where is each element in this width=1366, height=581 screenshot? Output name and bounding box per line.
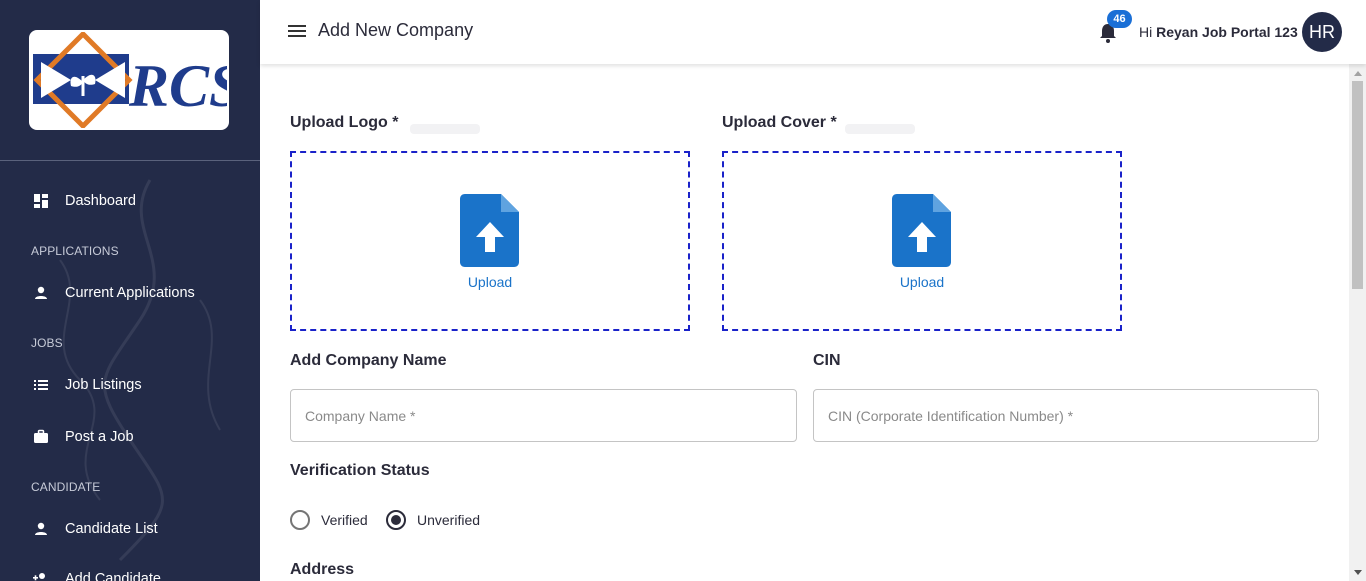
sidebar-divider	[0, 160, 260, 161]
sidebar-item-label: Add Candidate	[65, 571, 161, 581]
sidebar-item-candidate-list[interactable]: Candidate List	[0, 509, 260, 549]
menu-icon[interactable]	[288, 22, 308, 42]
company-name-input[interactable]	[290, 389, 797, 442]
cin-label: CIN	[813, 352, 841, 369]
sidebar-item-current-applications[interactable]: Current Applications	[0, 273, 260, 313]
sidebar-item-label: Candidate List	[65, 521, 158, 537]
file-upload-icon	[892, 194, 951, 267]
radio-verified-circle[interactable]	[290, 510, 310, 530]
cin-input[interactable]	[813, 389, 1319, 442]
person-add-icon	[33, 571, 49, 581]
sidebar: RCS Dashboard APPLICATIONS Current Appli…	[0, 0, 260, 581]
notification-badge: 46	[1107, 10, 1132, 28]
briefcase-icon	[33, 429, 49, 445]
radio-unverified-label: Unverified	[417, 512, 481, 528]
radio-unverified[interactable]: Unverified	[386, 510, 480, 530]
sidebar-item-job-listings[interactable]: Job Listings	[0, 365, 260, 405]
verification-status-label: Verification Status	[290, 462, 430, 479]
upload-cover-text: Upload	[899, 274, 945, 290]
radio-verified[interactable]: Verified	[290, 510, 368, 530]
company-name-label: Add Company Name	[290, 352, 447, 369]
avatar[interactable]: HR	[1302, 12, 1342, 52]
sidebar-item-label: Dashboard	[65, 193, 136, 209]
person-icon	[33, 285, 49, 301]
sidebar-item-label: Current Applications	[65, 285, 195, 301]
dashboard-icon	[33, 193, 49, 209]
scroll-down-icon[interactable]	[1349, 564, 1366, 581]
upload-cover-dropzone[interactable]: Upload	[722, 151, 1122, 331]
sidebar-item-add-candidate[interactable]: Add Candidate	[0, 559, 260, 581]
file-upload-icon	[460, 194, 519, 267]
sidebar-section-candidate: CANDIDATE	[31, 480, 101, 494]
upload-logo-label: Upload Logo *	[290, 114, 399, 131]
scrollbar-thumb[interactable]	[1352, 81, 1363, 289]
upload-logo-hint	[410, 124, 480, 134]
person-icon	[33, 521, 49, 537]
sidebar-section-jobs: JOBS	[31, 336, 63, 350]
sidebar-item-dashboard[interactable]: Dashboard	[0, 181, 260, 221]
sidebar-section-applications: APPLICATIONS	[31, 244, 119, 258]
company-logo[interactable]: RCS	[29, 30, 229, 130]
main-content: Upload Logo * Upload Cover * Upload Uplo…	[260, 64, 1349, 581]
upload-cover-hint	[845, 124, 915, 134]
radio-verified-label: Verified	[321, 512, 368, 528]
user-name: Reyan Job Portal 123	[1156, 24, 1298, 40]
sidebar-item-label: Post a Job	[65, 429, 134, 445]
upload-logo-dropzone[interactable]: Upload	[290, 151, 690, 331]
logo-text: RCS	[128, 53, 227, 119]
user-greeting: Hi Reyan Job Portal 123	[1139, 24, 1298, 40]
page-title: Add New Company	[318, 20, 474, 40]
scroll-up-icon[interactable]	[1349, 64, 1366, 81]
sidebar-item-label: Job Listings	[65, 377, 142, 393]
rcs-logo-icon: RCS	[33, 32, 227, 128]
sidebar-item-post-a-job[interactable]: Post a Job	[0, 417, 260, 457]
upload-logo-text: Upload	[467, 274, 513, 290]
address-label: Address	[290, 561, 355, 578]
greeting-prefix: Hi	[1139, 24, 1157, 40]
upload-cover-label: Upload Cover *	[722, 114, 837, 131]
top-header: Add New Company 46 Hi Reyan Job Portal 1…	[260, 0, 1366, 64]
list-icon	[33, 377, 49, 393]
radio-unverified-circle[interactable]	[386, 510, 406, 530]
vertical-scrollbar[interactable]	[1349, 64, 1366, 581]
